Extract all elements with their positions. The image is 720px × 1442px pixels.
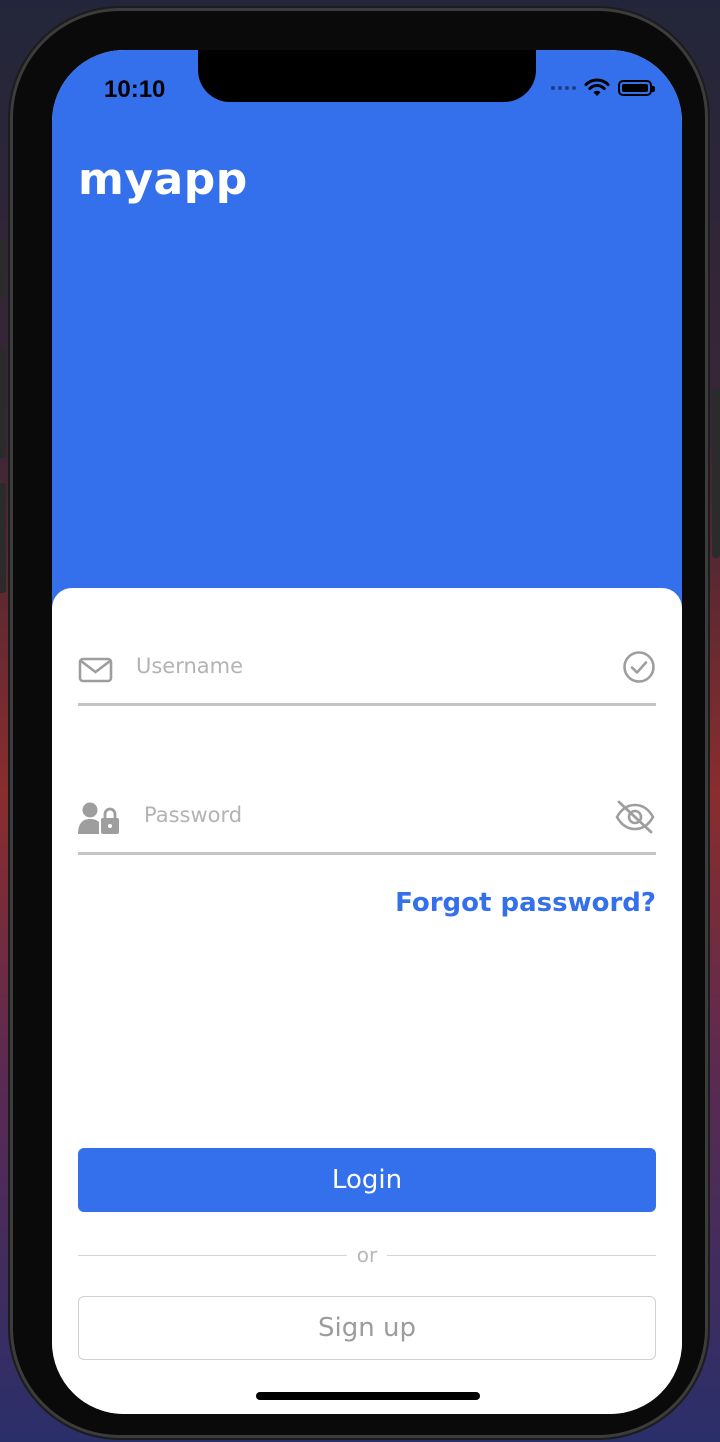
power-button xyxy=(712,388,720,558)
status-time: 10:10 xyxy=(104,76,166,103)
wifi-icon xyxy=(584,78,610,96)
signup-button[interactable]: Sign up xyxy=(78,1296,656,1360)
volume-up-button xyxy=(0,348,6,458)
login-card: Username Password Forgot password? Login… xyxy=(52,588,682,1414)
divider-line-left xyxy=(78,1254,347,1256)
home-indicator[interactable] xyxy=(256,1392,480,1400)
password-input[interactable]: Password xyxy=(144,803,242,827)
password-field[interactable]: Password xyxy=(78,791,656,855)
forgot-password-link[interactable]: Forgot password? xyxy=(395,888,656,918)
username-underline xyxy=(78,703,656,706)
divider-line-right xyxy=(387,1254,656,1256)
mute-switch xyxy=(0,238,6,298)
battery-icon xyxy=(618,80,655,96)
notch xyxy=(198,50,536,102)
eye-slash-icon[interactable] xyxy=(614,799,656,835)
password-underline xyxy=(78,852,656,855)
signal-dots-icon xyxy=(551,86,576,90)
username-input[interactable]: Username xyxy=(136,654,243,678)
header-banner xyxy=(52,50,682,610)
or-label: or xyxy=(356,1243,378,1267)
status-icons xyxy=(551,78,655,98)
check-circle-icon xyxy=(623,651,655,683)
volume-down-button xyxy=(0,483,6,593)
app-title: myapp xyxy=(78,154,248,205)
username-field[interactable]: Username xyxy=(78,642,656,706)
user-lock-icon xyxy=(78,802,119,834)
app-screen: 10:10 myapp Username Password Forgot pas… xyxy=(52,50,682,1414)
or-divider: or xyxy=(78,1240,656,1270)
envelope-icon xyxy=(78,657,113,683)
phone-frame: 10:10 myapp Username Password Forgot pas… xyxy=(0,8,720,1438)
login-button[interactable]: Login xyxy=(78,1148,656,1212)
